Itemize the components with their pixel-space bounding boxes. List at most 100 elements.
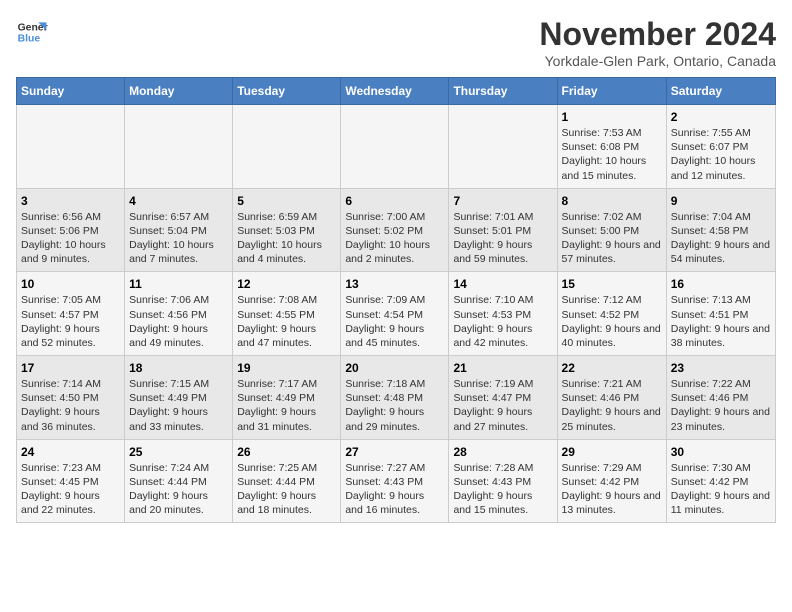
day-info: Sunrise: 7:10 AMSunset: 4:53 PMDaylight:… — [453, 293, 552, 350]
header-cell-friday: Friday — [557, 78, 666, 105]
day-number: 6 — [345, 194, 444, 208]
day-info: Sunrise: 7:01 AMSunset: 5:01 PMDaylight:… — [453, 210, 552, 267]
day-cell: 13 Sunrise: 7:09 AMSunset: 4:54 PMDayligh… — [341, 272, 449, 356]
page-header: General Blue November 2024 Yorkdale-Glen… — [16, 16, 776, 69]
day-cell: 12 Sunrise: 7:08 AMSunset: 4:55 PMDayligh… — [233, 272, 341, 356]
day-info: Sunrise: 7:00 AMSunset: 5:02 PMDaylight:… — [345, 210, 444, 267]
day-cell: 23Sunrise: 7:22 AMSunset: 4:46 PMDayligh… — [666, 356, 775, 440]
day-info: Sunrise: 7:06 AMSunset: 4:56 PMDaylight:… — [129, 293, 228, 350]
day-info: Sunrise: 7:19 AMSunset: 4:47 PMDaylight:… — [453, 377, 552, 434]
day-info: Sunrise: 6:59 AMSunset: 5:03 PMDaylight:… — [237, 210, 336, 267]
day-number: 11 — [129, 277, 228, 291]
svg-text:Blue: Blue — [18, 34, 41, 45]
day-cell: 1 Sunrise: 7:53 AMSunset: 6:08 PMDaylight… — [557, 105, 666, 189]
day-number: 3 — [21, 194, 120, 208]
day-number: 15 — [562, 277, 662, 291]
day-number: 14 — [453, 277, 552, 291]
day-number: 26 — [237, 445, 336, 459]
month-title: November 2024 — [539, 16, 776, 53]
day-number: 28 — [453, 445, 552, 459]
logo: General Blue — [16, 16, 48, 48]
day-cell: 25 Sunrise: 7:24 AMSunset: 4:44 PMDayligh… — [125, 439, 233, 523]
day-info: Sunrise: 7:27 AMSunset: 4:43 PMDaylight:… — [345, 461, 444, 518]
day-number: 7 — [453, 194, 552, 208]
day-cell: 22Sunrise: 7:21 AMSunset: 4:46 PMDayligh… — [557, 356, 666, 440]
day-info: Sunrise: 7:30 AMSunset: 4:42 PMDaylight:… — [671, 461, 771, 518]
day-number: 29 — [562, 445, 662, 459]
title-block: November 2024 Yorkdale-Glen Park, Ontari… — [539, 16, 776, 69]
day-number: 21 — [453, 361, 552, 375]
day-info: Sunrise: 7:15 AMSunset: 4:49 PMDaylight:… — [129, 377, 228, 434]
day-cell: 15 Sunrise: 7:12 AMSunset: 4:52 PMDayligh… — [557, 272, 666, 356]
day-info: Sunrise: 7:18 AMSunset: 4:48 PMDaylight:… — [345, 377, 444, 434]
day-info: Sunrise: 7:24 AMSunset: 4:44 PMDaylight:… — [129, 461, 228, 518]
header-cell-thursday: Thursday — [449, 78, 557, 105]
day-cell — [449, 105, 557, 189]
header-cell-tuesday: Tuesday — [233, 78, 341, 105]
day-number: 25 — [129, 445, 228, 459]
day-info: Sunrise: 7:25 AMSunset: 4:44 PMDaylight:… — [237, 461, 336, 518]
day-info: Sunrise: 7:29 AMSunset: 4:42 PMDaylight:… — [562, 461, 662, 518]
day-cell: 4Sunrise: 6:57 AMSunset: 5:04 PMDaylight… — [125, 188, 233, 272]
header-cell-sunday: Sunday — [17, 78, 125, 105]
day-cell — [17, 105, 125, 189]
day-info: Sunrise: 7:04 AMSunset: 4:58 PMDaylight:… — [671, 210, 771, 267]
calendar-header: SundayMondayTuesdayWednesdayThursdayFrid… — [17, 78, 776, 105]
day-info: Sunrise: 7:55 AMSunset: 6:07 PMDaylight:… — [671, 126, 771, 183]
day-number: 24 — [21, 445, 120, 459]
week-row-0: 1 Sunrise: 7:53 AMSunset: 6:08 PMDaylight… — [17, 105, 776, 189]
day-number: 13 — [345, 277, 444, 291]
day-number: 18 — [129, 361, 228, 375]
week-row-4: 24 Sunrise: 7:23 AMSunset: 4:45 PMDayligh… — [17, 439, 776, 523]
calendar-body: 1 Sunrise: 7:53 AMSunset: 6:08 PMDaylight… — [17, 105, 776, 523]
day-info: Sunrise: 7:12 AMSunset: 4:52 PMDaylight:… — [562, 293, 662, 350]
week-row-1: 3 Sunrise: 6:56 AMSunset: 5:06 PMDaylight… — [17, 188, 776, 272]
day-info: Sunrise: 6:56 AMSunset: 5:06 PMDaylight:… — [21, 210, 120, 267]
day-number: 19 — [237, 361, 336, 375]
week-row-3: 17 Sunrise: 7:14 AMSunset: 4:50 PMDayligh… — [17, 356, 776, 440]
day-cell: 10 Sunrise: 7:05 AMSunset: 4:57 PMDayligh… — [17, 272, 125, 356]
day-info: Sunrise: 7:53 AMSunset: 6:08 PMDaylight:… — [562, 126, 662, 183]
day-cell: 28 Sunrise: 7:28 AMSunset: 4:43 PMDayligh… — [449, 439, 557, 523]
calendar-table: SundayMondayTuesdayWednesdayThursdayFrid… — [16, 77, 776, 523]
day-info: Sunrise: 7:05 AMSunset: 4:57 PMDaylight:… — [21, 293, 120, 350]
day-number: 1 — [562, 110, 662, 124]
day-cell: 17 Sunrise: 7:14 AMSunset: 4:50 PMDayligh… — [17, 356, 125, 440]
day-cell — [341, 105, 449, 189]
day-info: Sunrise: 7:02 AMSunset: 5:00 PMDaylight:… — [562, 210, 662, 267]
day-info: Sunrise: 7:13 AMSunset: 4:51 PMDaylight:… — [671, 293, 771, 350]
day-info: Sunrise: 7:22 AMSunset: 4:46 PMDaylight:… — [671, 377, 771, 434]
header-cell-saturday: Saturday — [666, 78, 775, 105]
day-info: Sunrise: 7:14 AMSunset: 4:50 PMDaylight:… — [21, 377, 120, 434]
day-number: 12 — [237, 277, 336, 291]
day-number: 4 — [129, 194, 228, 208]
day-cell: 6 Sunrise: 7:00 AMSunset: 5:02 PMDaylight… — [341, 188, 449, 272]
day-number: 5 — [237, 194, 336, 208]
day-number: 16 — [671, 277, 771, 291]
day-cell: 30Sunrise: 7:30 AMSunset: 4:42 PMDayligh… — [666, 439, 775, 523]
day-info: Sunrise: 7:23 AMSunset: 4:45 PMDaylight:… — [21, 461, 120, 518]
day-cell: 3 Sunrise: 6:56 AMSunset: 5:06 PMDaylight… — [17, 188, 125, 272]
day-number: 9 — [671, 194, 771, 208]
day-info: Sunrise: 7:08 AMSunset: 4:55 PMDaylight:… — [237, 293, 336, 350]
day-cell: 20 Sunrise: 7:18 AMSunset: 4:48 PMDayligh… — [341, 356, 449, 440]
day-info: Sunrise: 7:17 AMSunset: 4:49 PMDaylight:… — [237, 377, 336, 434]
day-cell: 16 Sunrise: 7:13 AMSunset: 4:51 PMDayligh… — [666, 272, 775, 356]
day-cell: 9 Sunrise: 7:04 AMSunset: 4:58 PMDaylight… — [666, 188, 775, 272]
day-number: 20 — [345, 361, 444, 375]
day-cell: 5 Sunrise: 6:59 AMSunset: 5:03 PMDaylight… — [233, 188, 341, 272]
location: Yorkdale-Glen Park, Ontario, Canada — [539, 53, 776, 69]
day-number: 17 — [21, 361, 120, 375]
day-number: 2 — [671, 110, 771, 124]
header-cell-monday: Monday — [125, 78, 233, 105]
day-number: 10 — [21, 277, 120, 291]
day-cell: 21 Sunrise: 7:19 AMSunset: 4:47 PMDayligh… — [449, 356, 557, 440]
day-info: Sunrise: 7:28 AMSunset: 4:43 PMDaylight:… — [453, 461, 552, 518]
day-cell: 14 Sunrise: 7:10 AMSunset: 4:53 PMDayligh… — [449, 272, 557, 356]
day-cell — [125, 105, 233, 189]
day-cell: 29 Sunrise: 7:29 AMSunset: 4:42 PMDayligh… — [557, 439, 666, 523]
day-info: Sunrise: 7:09 AMSunset: 4:54 PMDaylight:… — [345, 293, 444, 350]
day-number: 27 — [345, 445, 444, 459]
day-number: 8 — [562, 194, 662, 208]
day-cell: 27 Sunrise: 7:27 AMSunset: 4:43 PMDayligh… — [341, 439, 449, 523]
